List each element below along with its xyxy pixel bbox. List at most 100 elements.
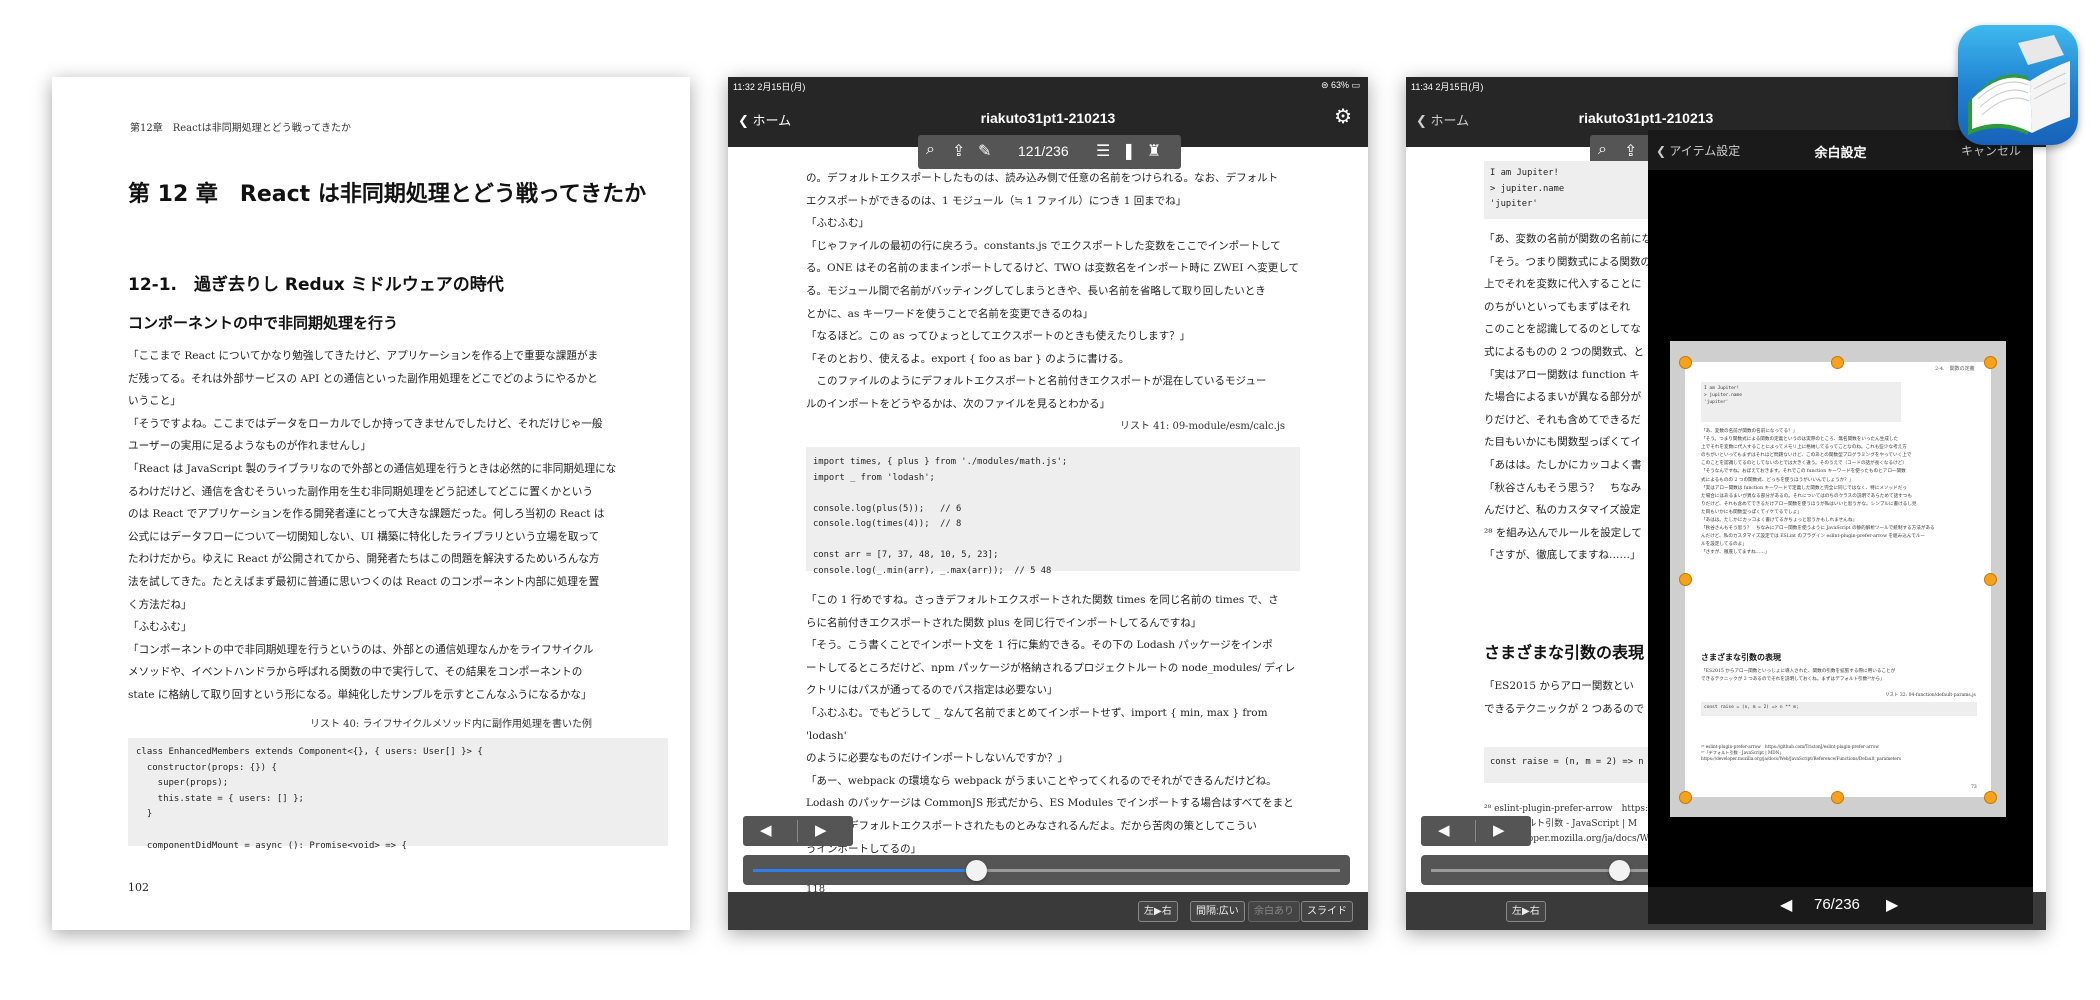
- preview-line: 式によるものの 2 つの関数式、どっちを使うほうがいいんでしょうか？」: [1701, 477, 1854, 483]
- body-text-top: の。デフォルトエクスポートしたものは、読み込み側で任意の名前をつけられる。なお、…: [806, 167, 1300, 416]
- page-turn-control: ◀ ▶: [1421, 816, 1531, 846]
- preview-line: ルを設定してるのよ」: [1701, 542, 1747, 548]
- code-listing: import times, { plus } from './modules/m…: [806, 447, 1300, 576]
- preview-line: 「さすが、徹底してますね……」: [1701, 550, 1770, 556]
- text-line: ルのインポートをどうやるかは、次のファイルを見るとわかる」: [806, 397, 1111, 410]
- text-line: く方法だね」: [128, 598, 192, 611]
- list-icon[interactable]: ☰: [1096, 141, 1110, 161]
- page-indicator[interactable]: 121/236: [1018, 143, 1069, 159]
- body-text: 「あ、変数の名前が関数の名前になってる！」「そう。つまり関数式による関数の上でそ…: [1484, 228, 1664, 567]
- crop-handle-bottom-left[interactable]: [1679, 791, 1692, 804]
- crop-handle-top-right[interactable]: [1984, 356, 1997, 369]
- preview-code: I am Jupiter! > jupiter.name 'jupiter': [1701, 382, 1901, 422]
- text-line: 「そう。こう書くことでインポート文を 1 行に集約できる。その下の Lodash…: [806, 639, 1273, 652]
- page-slider[interactable]: [743, 855, 1350, 885]
- preview-line: 「あはは。たしかにカッコよく書けてるかちょっと思うかもしれませんね」: [1701, 518, 1858, 524]
- preview-header: 2-4. 関数の定義: [1935, 366, 1975, 372]
- preview-line: 上でそれを変数に代入することによってメモリ上に格納してるってことなのね。これも些…: [1701, 445, 1907, 451]
- status-time: 11:34 2月15日(月): [1411, 82, 1484, 92]
- preview-footnotes: ²⁸ eslint-plugin-prefer-arrow https://gi…: [1701, 744, 1977, 763]
- crop-handle-bottom-right[interactable]: [1984, 791, 1997, 804]
- section-title: 12-1. 過ぎ去りし Redux ミドルウェアの時代: [128, 275, 504, 295]
- search-icon[interactable]: ⌕: [1598, 141, 1607, 159]
- edit-icon[interactable]: ✎: [978, 141, 991, 161]
- next-page-icon[interactable]: ▶: [1493, 821, 1505, 839]
- open-book-icon: [1968, 35, 2070, 135]
- gear-icon[interactable]: ⚙: [1334, 104, 1352, 129]
- text-line: る。モジュール間で名前がバッティングしてしまうときや、長い名前を省略して取り回し…: [806, 284, 1266, 297]
- subsection-title: コンポーネントの中で非同期処理を行う: [128, 314, 399, 332]
- prev-page-icon[interactable]: ◀: [1780, 895, 1792, 915]
- reader-toolbar: ⌕ ⇪ ✎ 121/236 ☰ ❚ ♜: [918, 135, 1181, 169]
- printed-book-page: 第12章 Reactは非同期処理とどう戦ってきたか 第 12 章 React は…: [52, 77, 690, 930]
- crop-handle-top-left[interactable]: [1679, 356, 1692, 369]
- prev-page-icon[interactable]: ◀: [760, 821, 772, 839]
- page-number: 102: [128, 881, 149, 894]
- preview-line: 「秋谷さんもそう思う？ ちなみにアロー関数を使うように JavaScript の…: [1701, 526, 1935, 532]
- text-line: クトリにはパスが通ってるのでパス指定は必要ない」: [806, 684, 1058, 697]
- book-reader-app-icon: [1958, 25, 2078, 145]
- text-line: 法を試してきた。たとえばまず最初に普通に思いつくのは React のコンポーネン…: [128, 575, 600, 588]
- text-line: このことを認識してるのとしてな: [1484, 323, 1641, 336]
- section-heading: さまざまな引数の表現: [1484, 643, 1645, 662]
- text-line: Lodash のパッケージは CommonJS 形式だから、ES Modules…: [806, 797, 1294, 810]
- preview-line: できるテクニックが 2 つあるのでそれを説明しておくね。まずはデフォルト引数²⁹…: [1701, 677, 1885, 683]
- crop-handle-right[interactable]: [1984, 573, 1997, 586]
- text-line: 「React は JavaScript 製のライブラリなので外部との通信処理を行…: [128, 462, 617, 475]
- preview-line: 「あ、変数の名前が関数の名前になってる！」: [1701, 429, 1798, 434]
- text-line: このファイルのようにデフォルトエクスポートと名前付きエクスポートが混在しているモ…: [806, 375, 1267, 388]
- slide-button[interactable]: スライド: [1301, 901, 1353, 922]
- text-line: るわけだけど、通信を含むそういった副作用を生む非同期処理をどう記述してどこに置く…: [128, 485, 593, 498]
- text-line: 「この 1 行めですね。さっきデフォルトエクスポートされた関数 times を同…: [806, 594, 1279, 606]
- margin-settings-overlay: ❮ アイテム設定 余白設定 キャンセル 2-4. 関数の定義 I am Jupi…: [1648, 130, 2033, 924]
- text-line: 「じゃファイルの最初の行に戻ろう。constants.js でエクスポートした変…: [806, 239, 1281, 252]
- preview-line: 「そうなんですね。おぼえておきます。それでこの function キーワードを使…: [1701, 469, 1906, 475]
- preview-text-2: 「ES2015 からアロー関数といっしょに導入された、関数の引数を拡張する際に用…: [1701, 668, 1977, 684]
- text-line: ートしてるところだけど、npm パッケージが格納されるプロジェクトルートの no…: [806, 661, 1296, 674]
- page-indicator: 76/236: [1814, 896, 1860, 913]
- crop-handle-left[interactable]: [1679, 573, 1692, 586]
- preview-text: 「あ、変数の名前が関数の名前になってる！」 「そう。つまり関数式による関数の定義と…: [1701, 428, 1977, 558]
- share-icon[interactable]: ⇪: [1624, 141, 1637, 161]
- prev-page-icon[interactable]: ◀: [1438, 821, 1450, 839]
- overlay-pager: ◀ 76/236 ▶: [1648, 887, 2033, 924]
- divider: [797, 820, 798, 842]
- body-text: 「ここまで React についてかなり勉強してきたけど、アプリケーションを作る上…: [128, 345, 668, 707]
- text-line: たわけだから。ゆえに React が公開されてから、開発者たちはこの問題を解決す…: [128, 553, 600, 566]
- next-page-icon[interactable]: ▶: [815, 821, 827, 839]
- text-line: 「あ、変数の名前が関数の名前になってる！」: [1484, 233, 1664, 245]
- text-line: のように必要なものだけインポートしないんですか？」: [806, 752, 1068, 765]
- tablet-margin-settings-view: 11:34 2月15日(月) ❮ ホーム riakuto31pt1-210213…: [1406, 77, 2046, 930]
- text-line: た目もいかにも関数型っぽくてイ: [1484, 436, 1641, 449]
- stamp-icon[interactable]: ♜: [1147, 141, 1161, 161]
- status-bar: 11:32 2月15日(月) ⊜ 63% ▭: [728, 77, 1368, 94]
- text-line: 「そうですよね。ここまではデータをローカルでしか持ってきませんでしたけど、それだ…: [128, 417, 603, 430]
- text-line: 「あー、webpack の環境なら webpack がうまいことやってくれるので…: [806, 774, 1277, 787]
- share-icon[interactable]: ⇪: [952, 141, 965, 161]
- crop-handle-top[interactable]: [1831, 356, 1844, 369]
- chapter-title: 第 12 章 React は非同期処理とどう戦ってきたか: [128, 182, 647, 207]
- text-line: 「そう。つまり関数式による関数の: [1484, 255, 1652, 268]
- text-line: ユーザーの実用に足るようなものが作れませんし」: [128, 440, 372, 453]
- spacing-button[interactable]: 間隔:広い: [1190, 901, 1245, 922]
- search-icon[interactable]: ⌕: [926, 141, 935, 159]
- next-page-icon[interactable]: ▶: [1886, 895, 1898, 915]
- bottom-toolbar: 左▶右 間隔:広い 余白あり スライド: [728, 892, 1368, 930]
- text-line: らに名前付きエクスポートされた関数 plus を同じ行でインポートしてるんですね…: [806, 616, 1202, 629]
- margin-button[interactable]: 余白あり: [1248, 901, 1300, 922]
- text-line: んだけど、私のカスタマイズ設定: [1484, 504, 1641, 517]
- preview-heading: さまざまな引数の表現: [1701, 653, 1781, 662]
- page-turn-control: ◀ ▶: [743, 816, 853, 846]
- text-line: 「ふむふむ。でもどうして _ なんて名前でまとめてインポートせず、import …: [806, 706, 1268, 742]
- preview-line: た場合にはあるまいが異なる部分があるの。それについてはのちのクラスの説明であらた…: [1701, 493, 1912, 499]
- crop-handle-bottom[interactable]: [1831, 791, 1844, 804]
- bookmark-icon[interactable]: ❚: [1122, 141, 1135, 161]
- direction-button[interactable]: 左▶右: [1506, 901, 1546, 922]
- slider-thumb[interactable]: [966, 860, 988, 881]
- direction-button[interactable]: 左▶右: [1138, 901, 1178, 922]
- text-line: 「秋谷さんもそう思う？ ちなみ: [1484, 481, 1642, 494]
- text-line: とかに、as キーワードを使うことで名前を変更できるのね」: [806, 307, 1094, 320]
- slider-thumb[interactable]: [1608, 860, 1630, 881]
- code-listing: class EnhancedMembers extends Component<…: [128, 738, 668, 851]
- text-line: 「あはは。たしかにカッコよく書: [1484, 458, 1642, 471]
